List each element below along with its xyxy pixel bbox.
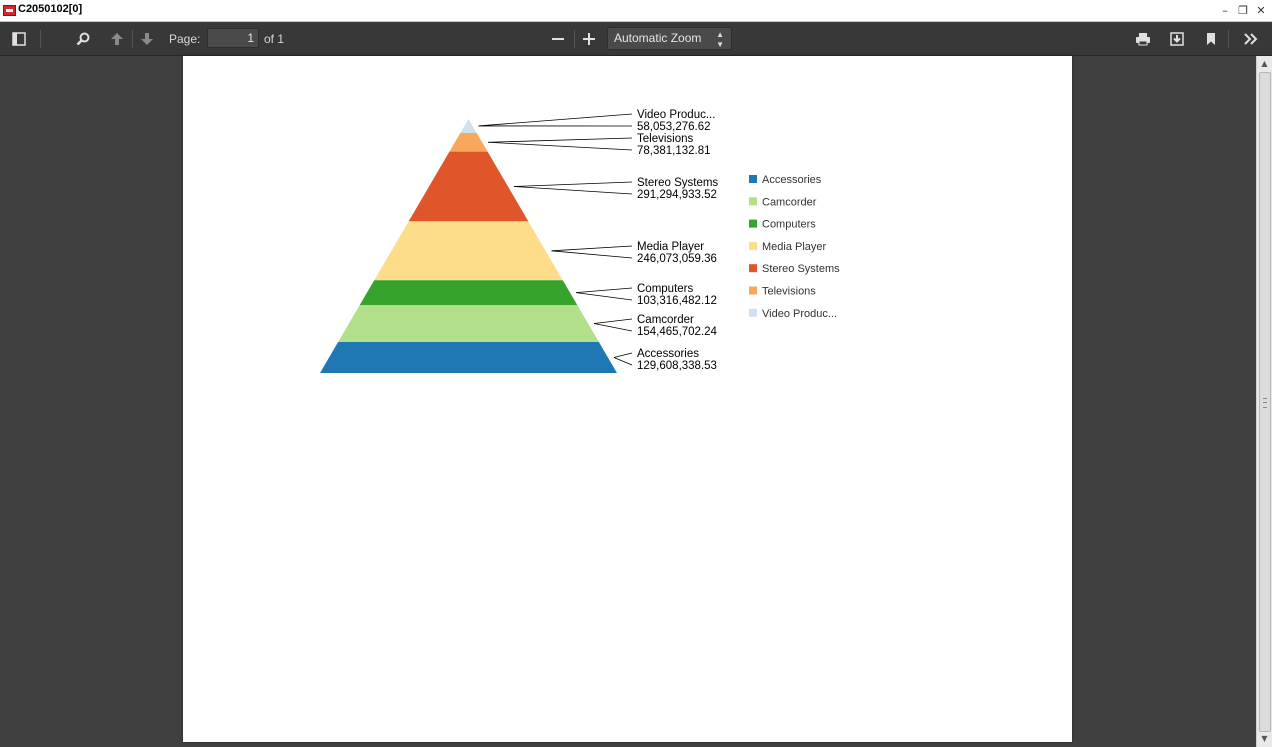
pyramid-segment-2 xyxy=(449,132,488,152)
toolbar-separator xyxy=(40,30,41,48)
segment-name-label: Televisions xyxy=(637,133,693,145)
pyramid-chart: Video Produc...58,053,276.62Televisions7… xyxy=(320,109,840,373)
legend-swatch xyxy=(749,286,757,295)
segment-name-label: Media Player xyxy=(637,241,704,253)
pyramid-segment-3 xyxy=(408,151,529,222)
arrow-down-icon xyxy=(141,33,153,45)
download-icon xyxy=(1170,32,1184,46)
sidebar-toggle-button[interactable] xyxy=(6,26,32,52)
segment-name-label: Video Produc... xyxy=(637,109,715,121)
legend-swatch xyxy=(749,308,757,317)
toolbar-separator xyxy=(574,30,575,48)
segment-value-label: 154,465,702.24 xyxy=(637,326,718,338)
download-button[interactable] xyxy=(1164,26,1190,52)
minimize-icon[interactable]: – xyxy=(1217,3,1233,19)
scrollbar-thumb[interactable] xyxy=(1259,72,1271,732)
arrow-up-icon xyxy=(111,33,123,45)
segment-value-label: 129,608,338.53 xyxy=(637,360,717,372)
leader-line xyxy=(478,113,633,127)
scroll-up-arrow-icon[interactable]: ▲ xyxy=(1257,56,1272,71)
vertical-scrollbar[interactable]: ▲ ▼ xyxy=(1256,56,1272,747)
segment-value-label: 246,073,059.36 xyxy=(637,253,717,265)
segment-value-label: 291,294,933.52 xyxy=(637,189,717,201)
zoom-select[interactable]: Automatic Zoom ▲ ▼ xyxy=(607,27,732,50)
leader-line xyxy=(575,287,633,294)
close-icon[interactable]: ✕ xyxy=(1253,3,1269,19)
pyramid-segment-6 xyxy=(338,305,599,342)
pdf-toolbar: Page: 1 of 1 Automatic Zoom ▲ ▼ xyxy=(0,22,1272,56)
segment-name-label: Computers xyxy=(637,283,693,295)
segment-value-label: 58,053,276.62 xyxy=(637,121,711,133)
previous-page-button[interactable] xyxy=(104,26,130,52)
zoom-in-button[interactable] xyxy=(576,26,602,52)
segment-value-label: 103,316,482.12 xyxy=(637,295,717,307)
zoom-select-value: Automatic Zoom xyxy=(614,31,702,45)
legend-swatch xyxy=(749,197,757,206)
pyramid-segment-5 xyxy=(359,280,578,306)
pdf-page: Video Produc... 58,053,276.62 Televisions 7… xyxy=(183,56,1072,742)
page-label: Page: xyxy=(169,32,201,46)
window-title: C2050102[0] xyxy=(18,3,83,15)
select-arrows-icon: ▲ ▼ xyxy=(716,30,724,49)
legend-label: Televisions xyxy=(762,286,816,298)
legend-swatch xyxy=(749,241,757,250)
leader-line xyxy=(575,292,633,301)
pyramid-segment-7 xyxy=(320,341,617,373)
window-title-bar: C2050102[0] – ❐ ✕ xyxy=(0,0,1272,22)
printer-icon xyxy=(1136,33,1150,46)
legend-label: Computers xyxy=(762,219,816,231)
pdf-app-icon xyxy=(3,5,16,16)
segment-name-label: Camcorder xyxy=(637,314,694,326)
legend-label: Stereo Systems xyxy=(762,263,840,275)
find-button[interactable] xyxy=(70,26,96,52)
bookmark-icon xyxy=(1207,33,1215,45)
pyramid-segment-1 xyxy=(460,119,477,133)
leader-line xyxy=(488,137,633,143)
leader-line xyxy=(613,352,633,358)
legend-label: Accessories xyxy=(762,174,822,186)
sidebar-toggle-icon xyxy=(12,32,26,46)
pyramid-segment-4 xyxy=(374,221,563,281)
leader-line xyxy=(513,181,633,187)
double-chevron-right-icon xyxy=(1244,33,1258,45)
leader-line xyxy=(613,357,633,366)
restore-icon[interactable]: ❐ xyxy=(1235,3,1251,19)
leader-line xyxy=(551,245,633,252)
scroll-down-arrow-icon[interactable]: ▼ xyxy=(1257,731,1272,746)
next-page-button[interactable] xyxy=(134,26,160,52)
plus-icon xyxy=(583,33,595,45)
leader-line xyxy=(513,186,633,195)
toolbar-separator xyxy=(1228,30,1229,48)
page-count: of 1 xyxy=(264,32,285,46)
toolbar-separator xyxy=(132,30,133,48)
pdf-viewer-container: Video Produc... 58,053,276.62 Televisions 7… xyxy=(0,56,1256,747)
bookmark-button[interactable] xyxy=(1198,26,1224,52)
leader-line xyxy=(593,323,633,332)
page-number-input[interactable]: 1 xyxy=(207,28,259,48)
leader-line xyxy=(551,250,633,259)
segment-name-label: Accessories xyxy=(637,348,699,360)
leader-line xyxy=(488,141,633,151)
legend-label: Video Produc... xyxy=(762,308,837,320)
segment-value-label: 78,381,132.81 xyxy=(637,145,711,157)
legend-label: Media Player xyxy=(762,241,827,253)
print-button[interactable] xyxy=(1130,26,1156,52)
minus-icon xyxy=(552,38,564,40)
scrollbar-grip-icon xyxy=(1263,398,1267,408)
tools-button[interactable] xyxy=(1238,26,1264,52)
legend-swatch xyxy=(749,264,757,273)
zoom-out-button[interactable] xyxy=(545,26,571,52)
segment-name-label: Stereo Systems xyxy=(637,177,718,189)
search-icon xyxy=(76,32,90,46)
legend-swatch xyxy=(749,219,757,228)
leader-line xyxy=(594,318,633,324)
legend-swatch xyxy=(749,175,757,183)
legend-label: Camcorder xyxy=(762,196,817,208)
